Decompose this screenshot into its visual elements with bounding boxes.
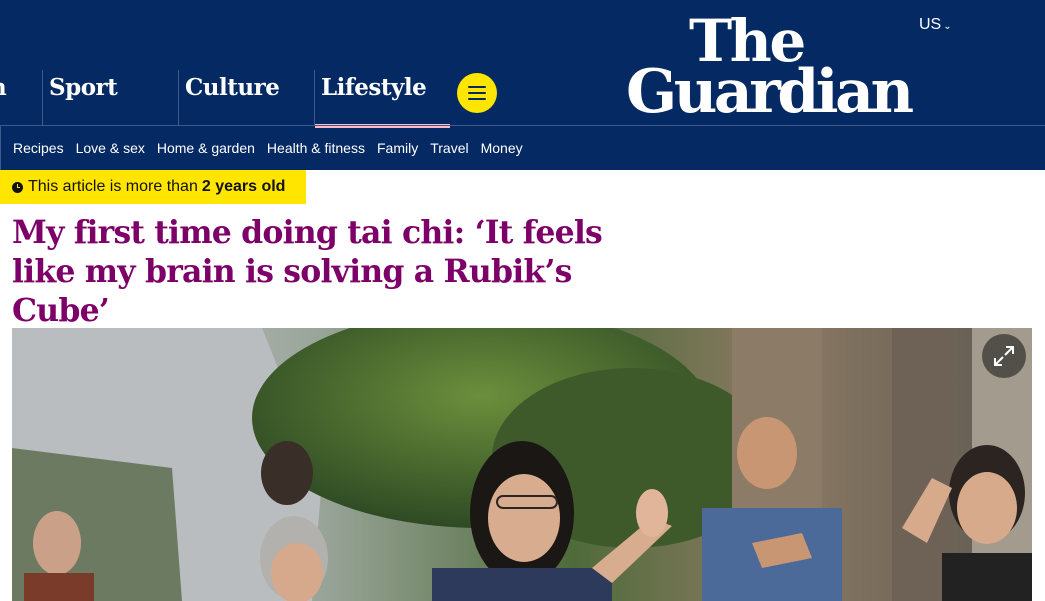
subnav-separator [0, 126, 1, 170]
pillar-news-label: n [0, 74, 7, 101]
subnav-recipes[interactable]: Recipes [13, 140, 64, 156]
chevron-down-icon: ⌄ [943, 21, 952, 32]
pillar-culture-label: Culture [185, 74, 280, 101]
hamburger-line [468, 92, 486, 94]
expand-icon [994, 346, 1014, 366]
subnav-family[interactable]: Family [377, 140, 418, 156]
edition-switcher[interactable]: US ⌄ [919, 16, 952, 34]
menu-button[interactable] [457, 73, 497, 113]
article-headline: My first time doing tai chi: ‘It feels l… [12, 214, 603, 329]
hero-photo-illustration [12, 328, 1032, 601]
hamburger-icon [468, 86, 486, 88]
pillar-lifestyle-label: Lifestyle [321, 74, 427, 101]
subnav: Recipes Love & sex Home & garden Health … [0, 126, 1045, 170]
pillar-lifestyle[interactable]: Lifestyle [314, 70, 450, 128]
article-age-warning: This article is more than 2 years old [0, 170, 306, 204]
subnav-home-garden[interactable]: Home & garden [157, 140, 255, 156]
pillar-culture[interactable]: Culture [178, 70, 308, 126]
subnav-health-fitness[interactable]: Health & fitness [267, 140, 365, 156]
age-warning-prefix: This article is more than [28, 178, 198, 195]
edition-label: US [919, 16, 942, 33]
logo-line-2: Guardian [626, 57, 914, 127]
age-warning-age: 2 years old [201, 178, 286, 195]
pillar-sport[interactable]: Sport [42, 70, 172, 126]
subnav-love-sex[interactable]: Love & sex [76, 140, 145, 156]
pillar-sport-label: Sport [49, 74, 118, 101]
hero-image [12, 328, 1032, 601]
pillar-news[interactable]: n [0, 70, 7, 126]
subnav-money[interactable]: Money [481, 140, 523, 156]
clock-icon [12, 181, 23, 193]
expand-image-button[interactable] [982, 334, 1026, 378]
hamburger-line [468, 98, 486, 100]
subnav-travel[interactable]: Travel [430, 140, 468, 156]
masthead: US⌄ The Guardian n Sport Culture Lifesty… [0, 0, 1045, 170]
